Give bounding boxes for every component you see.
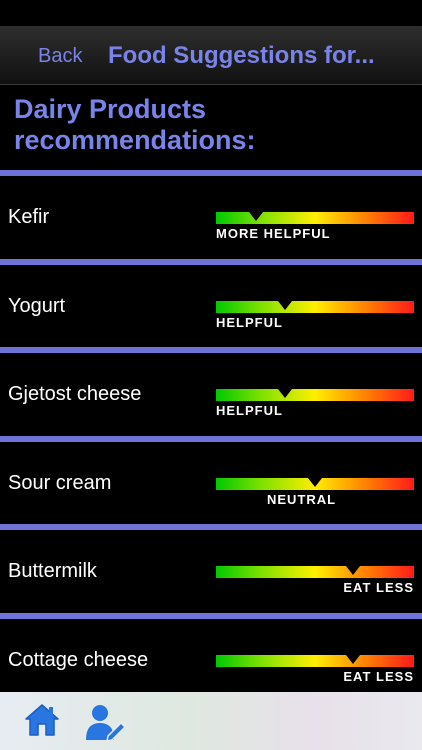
- gauge-marker: [308, 478, 322, 487]
- gauge-bar: [216, 212, 414, 224]
- food-name: Sour cream: [8, 472, 112, 494]
- gauge-bar: [216, 655, 414, 667]
- food-name: Yogurt: [8, 295, 66, 317]
- status-bar: [0, 0, 422, 26]
- food-name: Gjetost cheese: [8, 383, 142, 405]
- user-edit-icon[interactable]: [84, 702, 126, 742]
- gauge-marker: [278, 301, 292, 310]
- home-icon[interactable]: [24, 702, 60, 738]
- rating-label: EAT LESS: [343, 580, 414, 595]
- food-row[interactable]: Kefir MORE HELPFUL: [0, 176, 422, 258]
- gauge-marker: [346, 566, 360, 575]
- rating-label: EAT LESS: [343, 669, 414, 684]
- food-row[interactable]: Gjetost cheese HELPFUL: [0, 353, 422, 435]
- food-row[interactable]: Buttermilk EAT LESS: [0, 530, 422, 612]
- rating-gauge: NEUTRAL: [216, 478, 414, 507]
- rating-gauge: HELPFUL: [216, 389, 414, 418]
- food-name: Kefir: [8, 206, 50, 228]
- rating-gauge: EAT LESS: [216, 655, 414, 684]
- section-title: Dairy Products recommendations:: [14, 94, 256, 155]
- rating-label: HELPFUL: [216, 403, 283, 418]
- gauge-marker: [249, 212, 263, 221]
- gauge-bar: [216, 566, 414, 578]
- back-button[interactable]: Back: [38, 45, 82, 68]
- gauge-bar: [216, 389, 414, 401]
- gauge-marker: [278, 389, 292, 398]
- rating-label: MORE HELPFUL: [216, 226, 331, 241]
- rating-gauge: MORE HELPFUL: [216, 212, 414, 241]
- food-row[interactable]: Cottage cheese EAT LESS: [0, 619, 422, 701]
- rating-label: NEUTRAL: [267, 492, 337, 507]
- rating-gauge: EAT LESS: [216, 566, 414, 595]
- rating-gauge: HELPFUL: [216, 301, 414, 330]
- rating-label: HELPFUL: [216, 315, 283, 330]
- gauge-bar: [216, 301, 414, 313]
- gauge-marker: [346, 655, 360, 664]
- navigation-bar: Back Food Suggestions for...: [0, 26, 422, 85]
- page-title: Food Suggestions for...: [108, 42, 375, 69]
- tab-bar: [0, 692, 422, 750]
- food-row[interactable]: Sour cream NEUTRAL: [0, 442, 422, 524]
- food-row[interactable]: Yogurt HELPFUL: [0, 265, 422, 347]
- food-name: Cottage cheese: [8, 649, 149, 671]
- food-name: Buttermilk: [8, 560, 97, 582]
